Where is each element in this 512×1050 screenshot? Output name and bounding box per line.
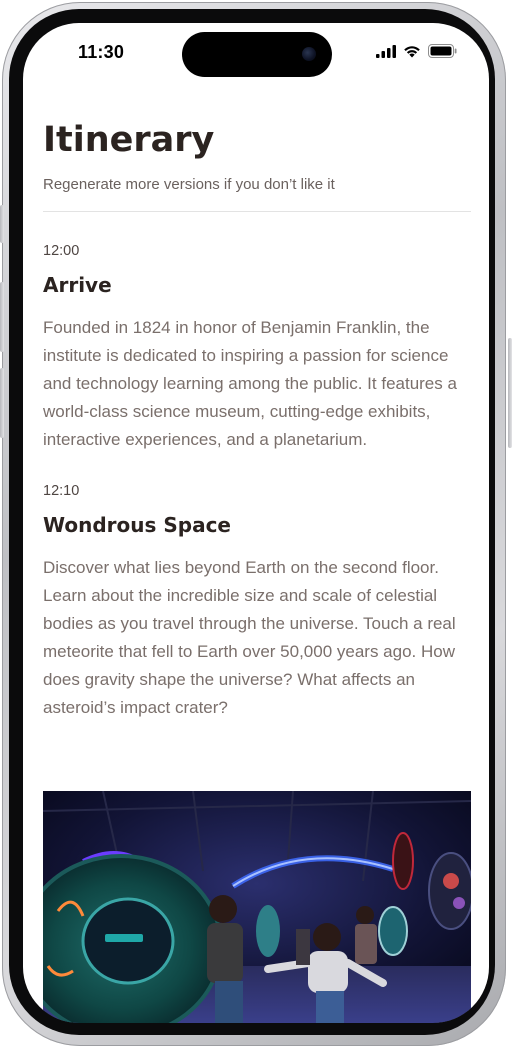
page-title: Itinerary xyxy=(43,120,215,160)
item-description: Founded in 1824 in honor of Benjamin Fra… xyxy=(43,318,457,449)
itinerary-item[interactable]: 12:10 Wondrous Space Discover what lies … xyxy=(43,482,471,722)
item-time: 12:00 xyxy=(43,243,80,259)
wifi-icon xyxy=(404,45,420,57)
silent-switch xyxy=(0,205,4,243)
status-time: 11:30 xyxy=(78,42,125,62)
item-description: Discover what lies beyond Earth on the s… xyxy=(43,558,456,717)
status-icons xyxy=(376,43,457,59)
item-title: Wondrous Space xyxy=(43,513,231,537)
page-subtitle: Regenerate more versions if you don’t li… xyxy=(43,176,335,193)
itinerary-item[interactable]: 12:00 Arrive Founded in 1824 in honor of… xyxy=(43,242,471,454)
header-divider xyxy=(43,211,471,212)
itinerary-content: Itinerary Regenerate more versions if yo… xyxy=(43,113,471,722)
volume-up-button xyxy=(0,282,4,352)
front-camera-icon xyxy=(302,47,316,61)
exhibit-photo xyxy=(43,791,471,1023)
status-bar: 11:30 xyxy=(23,23,489,83)
volume-down-button xyxy=(0,368,4,438)
power-button xyxy=(508,338,512,448)
item-title: Arrive xyxy=(43,273,112,297)
exhibit-photo-illustration xyxy=(43,791,471,1023)
cellular-signal-icon xyxy=(376,44,396,58)
battery-icon xyxy=(428,44,457,58)
item-time: 12:10 xyxy=(43,483,80,499)
screen: 11:30 Itinerary Regenerate more versions… xyxy=(23,23,489,1023)
dynamic-island xyxy=(182,32,332,77)
